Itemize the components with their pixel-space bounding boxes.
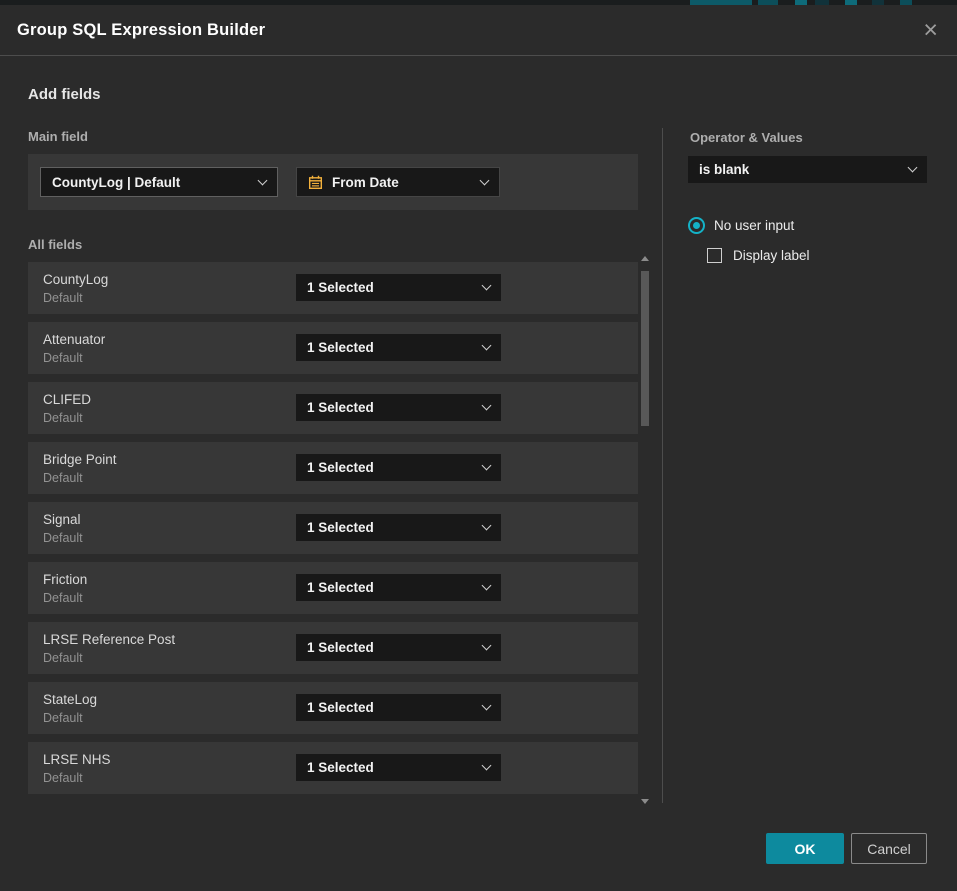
field-row: Bridge Point Default 1 Selected bbox=[28, 442, 638, 494]
fields-scrollbar bbox=[640, 254, 650, 806]
display-label-checkbox[interactable]: Display label bbox=[707, 248, 810, 263]
field-selected-dropdown[interactable]: 1 Selected bbox=[296, 454, 501, 481]
field-selected-label: 1 Selected bbox=[307, 700, 374, 715]
chevron-down-icon bbox=[482, 521, 492, 531]
field-row: CountyLog Default 1 Selected bbox=[28, 262, 638, 314]
chevron-down-icon bbox=[482, 641, 492, 651]
main-field-field-select[interactable]: From Date bbox=[296, 167, 500, 197]
main-field-source-select[interactable]: CountyLog | Default bbox=[40, 167, 278, 197]
chevron-down-icon bbox=[482, 701, 492, 711]
group-sql-expression-builder-dialog: Group SQL Expression Builder × Add field… bbox=[0, 5, 957, 891]
field-row: StateLog Default 1 Selected bbox=[28, 682, 638, 734]
field-selected-label: 1 Selected bbox=[307, 340, 374, 355]
checkbox-unchecked-icon bbox=[707, 248, 722, 263]
chevron-down-icon bbox=[482, 461, 492, 471]
chevron-down-icon bbox=[258, 175, 268, 185]
field-row: LRSE NHS Default 1 Selected bbox=[28, 742, 638, 794]
chevron-down-icon bbox=[482, 341, 492, 351]
operator-values-label: Operator & Values bbox=[690, 130, 803, 145]
field-selected-label: 1 Selected bbox=[307, 640, 374, 655]
calendar-icon bbox=[308, 175, 323, 190]
field-selected-dropdown[interactable]: 1 Selected bbox=[296, 394, 501, 421]
no-user-input-radio[interactable]: No user input bbox=[688, 217, 794, 234]
field-row: LRSE Reference Post Default 1 Selected bbox=[28, 622, 638, 674]
main-field-source-value: CountyLog | Default bbox=[52, 175, 180, 190]
scrollbar-up-arrow-icon[interactable] bbox=[641, 256, 649, 261]
chevron-down-icon bbox=[480, 175, 490, 185]
field-row: Signal Default 1 Selected bbox=[28, 502, 638, 554]
field-selected-dropdown[interactable]: 1 Selected bbox=[296, 634, 501, 661]
field-row: CLIFED Default 1 Selected bbox=[28, 382, 638, 434]
main-field-panel: CountyLog | Default From Date bbox=[28, 154, 638, 210]
dialog-title: Group SQL Expression Builder bbox=[17, 21, 265, 40]
chevron-down-icon bbox=[482, 401, 492, 411]
scrollbar-down-arrow-icon[interactable] bbox=[641, 799, 649, 804]
chevron-down-icon bbox=[482, 281, 492, 291]
field-selected-label: 1 Selected bbox=[307, 580, 374, 595]
no-user-input-label: No user input bbox=[714, 218, 794, 233]
field-selected-label: 1 Selected bbox=[307, 280, 374, 295]
chevron-down-icon bbox=[908, 163, 918, 173]
field-selected-dropdown[interactable]: 1 Selected bbox=[296, 334, 501, 361]
field-selected-label: 1 Selected bbox=[307, 400, 374, 415]
field-row: Attenuator Default 1 Selected bbox=[28, 322, 638, 374]
field-selected-dropdown[interactable]: 1 Selected bbox=[296, 574, 501, 601]
field-selected-dropdown[interactable]: 1 Selected bbox=[296, 694, 501, 721]
field-row: Friction Default 1 Selected bbox=[28, 562, 638, 614]
field-selected-label: 1 Selected bbox=[307, 760, 374, 775]
field-selected-label: 1 Selected bbox=[307, 520, 374, 535]
operator-select-value: is blank bbox=[699, 162, 749, 177]
display-label-text: Display label bbox=[733, 248, 810, 263]
ok-button[interactable]: OK bbox=[766, 833, 844, 864]
dialog-titlebar: Group SQL Expression Builder × bbox=[0, 5, 957, 56]
operator-select[interactable]: is blank bbox=[688, 156, 927, 183]
chevron-down-icon bbox=[482, 761, 492, 771]
all-fields-label: All fields bbox=[28, 237, 82, 252]
main-field-label: Main field bbox=[28, 129, 88, 144]
vertical-divider bbox=[662, 128, 663, 803]
all-fields-list: CountyLog Default 1 Selected Attenuator … bbox=[28, 262, 638, 794]
radio-selected-icon bbox=[688, 217, 705, 234]
cancel-button[interactable]: Cancel bbox=[851, 833, 927, 864]
field-selected-label: 1 Selected bbox=[307, 460, 374, 475]
field-selected-dropdown[interactable]: 1 Selected bbox=[296, 754, 501, 781]
field-selected-dropdown[interactable]: 1 Selected bbox=[296, 514, 501, 541]
add-fields-heading: Add fields bbox=[28, 86, 101, 103]
scrollbar-thumb[interactable] bbox=[641, 271, 649, 426]
field-selected-dropdown[interactable]: 1 Selected bbox=[296, 274, 501, 301]
main-field-field-value: From Date bbox=[332, 175, 399, 190]
chevron-down-icon bbox=[482, 581, 492, 591]
close-icon[interactable]: × bbox=[921, 18, 940, 43]
